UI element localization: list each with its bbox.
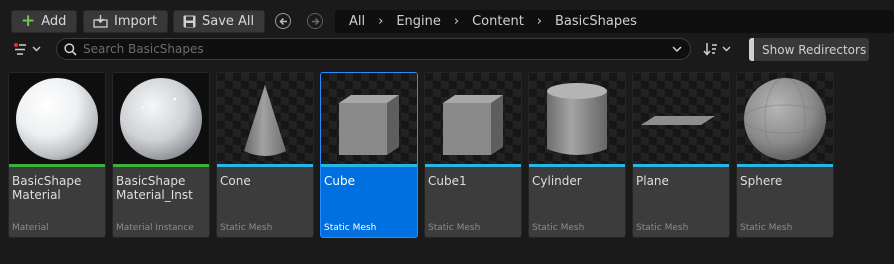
- asset-type-color-strip: [321, 164, 417, 167]
- asset-type: Static Mesh: [636, 223, 689, 233]
- asset-type-color-strip: [217, 164, 313, 167]
- asset-type: Static Mesh: [532, 223, 585, 233]
- show-redirectors-toggle[interactable]: Show Redirectors: [749, 38, 869, 61]
- asset-tile-basicshape-material-inst[interactable]: BasicShape Material_Inst Material Instan…: [112, 72, 210, 238]
- asset-name: Cone: [220, 174, 251, 188]
- breadcrumb: All › Engine › Content › BasicShapes: [335, 10, 894, 33]
- show-redirectors-label: Show Redirectors: [762, 42, 867, 57]
- asset-type-color-strip: [9, 164, 105, 167]
- asset-thumbnail: [321, 73, 417, 165]
- import-icon: [93, 15, 108, 28]
- asset-thumbnail: [113, 73, 209, 164]
- asset-type-color-strip: [113, 164, 209, 167]
- filter-button[interactable]: [13, 40, 47, 58]
- asset-tile-basicshape-material[interactable]: BasicShape Material Material: [8, 72, 106, 238]
- import-button-label: Import: [114, 14, 158, 29]
- asset-thumbnail: [529, 73, 625, 164]
- plus-icon: +: [21, 11, 36, 31]
- asset-type: Material: [12, 223, 49, 233]
- toggle-indicator: [749, 38, 754, 61]
- breadcrumb-item-engine[interactable]: Engine: [396, 14, 441, 29]
- breadcrumb-item-all[interactable]: All: [349, 14, 365, 29]
- add-button-label: Add: [41, 14, 67, 29]
- add-button[interactable]: + Add: [11, 10, 77, 33]
- asset-tile-cylinder[interactable]: Cylinder Static Mesh: [528, 72, 626, 238]
- chevron-right-icon: ›: [378, 14, 384, 29]
- asset-name: Cube: [324, 174, 355, 188]
- chevron-down-icon: [722, 46, 731, 52]
- chevron-down-icon[interactable]: [672, 45, 682, 53]
- chevron-right-icon: ›: [453, 14, 460, 29]
- chevron-right-icon: ›: [536, 14, 542, 29]
- asset-thumbnail: [633, 73, 729, 164]
- asset-tile-cube[interactable]: Cube Static Mesh: [320, 72, 418, 238]
- search-input[interactable]: Search BasicShapes: [56, 38, 691, 60]
- asset-thumbnail: [217, 73, 313, 164]
- asset-type: Static Mesh: [428, 223, 481, 233]
- search-icon: [64, 42, 77, 56]
- forward-button[interactable]: [307, 13, 323, 29]
- asset-thumbnail: [425, 73, 521, 164]
- sort-icon: [703, 42, 718, 56]
- asset-name: BasicShape Material: [12, 174, 82, 202]
- sort-button[interactable]: [703, 40, 735, 58]
- asset-name: Plane: [636, 174, 669, 188]
- asset-type-color-strip: [737, 164, 833, 167]
- floppy-disk-icon: [183, 15, 196, 28]
- filter-icon: [13, 42, 27, 56]
- asset-thumbnail: [737, 73, 833, 164]
- save-all-button-label: Save All: [202, 14, 255, 29]
- asset-type: Static Mesh: [220, 223, 273, 233]
- arrow-left-circle-icon: [278, 17, 288, 26]
- arrow-right-circle-icon: [311, 17, 320, 26]
- asset-type-color-strip: [633, 164, 729, 167]
- breadcrumb-item-basicshapes[interactable]: BasicShapes: [555, 14, 637, 29]
- save-all-button[interactable]: Save All: [173, 10, 265, 33]
- asset-name: Cylinder: [532, 174, 582, 188]
- asset-thumbnail: [9, 73, 105, 164]
- search-placeholder: Search BasicShapes: [83, 42, 204, 56]
- asset-tile-sphere[interactable]: Sphere Static Mesh: [736, 72, 834, 238]
- asset-type-color-strip: [529, 164, 625, 167]
- import-button[interactable]: Import: [83, 10, 168, 33]
- asset-type: Material Instance: [116, 223, 194, 233]
- asset-name: Sphere: [740, 174, 783, 188]
- asset-type: Static Mesh: [324, 223, 377, 233]
- asset-type-color-strip: [425, 164, 521, 167]
- asset-tile-cone[interactable]: Cone Static Mesh: [216, 72, 314, 238]
- asset-type: Static Mesh: [740, 223, 793, 233]
- back-button[interactable]: [275, 13, 291, 29]
- breadcrumb-item-content[interactable]: Content: [472, 14, 524, 29]
- chevron-down-icon: [32, 46, 41, 52]
- asset-tile-plane[interactable]: Plane Static Mesh: [632, 72, 730, 238]
- asset-name: Cube1: [428, 174, 467, 188]
- asset-name: BasicShape Material_Inst: [116, 174, 193, 202]
- asset-tile-cube1[interactable]: Cube1 Static Mesh: [424, 72, 522, 238]
